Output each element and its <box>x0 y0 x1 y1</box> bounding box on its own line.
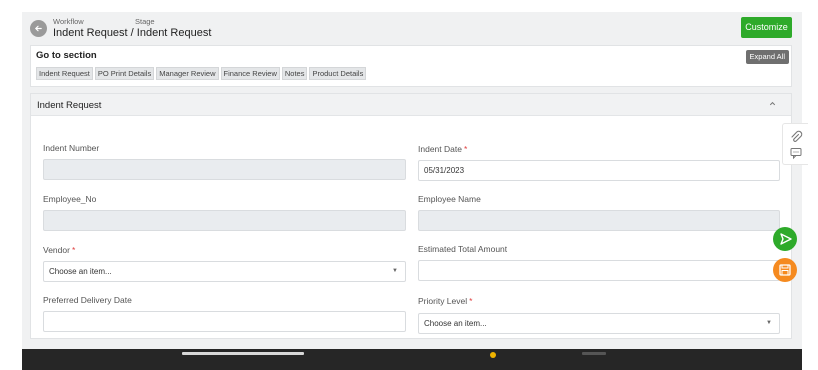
preferred-delivery-field[interactable] <box>43 311 406 332</box>
indent-request-panel: Indent Request Indent Number Indent Date… <box>30 93 792 339</box>
send-button[interactable] <box>773 227 797 251</box>
taskbar-indicator <box>490 352 496 358</box>
side-tools <box>782 123 808 165</box>
indent-number-label: Indent Number <box>43 143 100 153</box>
comment-icon[interactable] <box>789 146 803 160</box>
employee-name-label: Employee Name <box>418 194 481 204</box>
customize-button[interactable]: Customize <box>741 17 792 38</box>
indent-date-label: Indent Date * <box>418 144 468 154</box>
paperclip-icon[interactable] <box>789 130 803 144</box>
priority-level-select[interactable]: Choose an item... ▼ <box>418 313 780 334</box>
panel-title: Indent Request <box>37 100 102 111</box>
required-marker: * <box>469 296 473 306</box>
go-to-section-title: Go to section <box>36 50 97 61</box>
preferred-delivery-label: Preferred Delivery Date <box>43 295 132 305</box>
section-chip-indent-request[interactable]: Indent Request <box>36 67 93 80</box>
save-button[interactable] <box>773 258 797 282</box>
indent-number-field <box>43 159 406 180</box>
estimated-total-field[interactable] <box>418 260 780 281</box>
page-title: Indent Request / Indent Request <box>53 27 212 39</box>
vendor-label: Vendor * <box>43 245 76 255</box>
app-window: Workflow Stage Indent Request / Indent R… <box>22 12 802 356</box>
save-icon <box>779 264 791 276</box>
taskbar <box>22 349 802 370</box>
required-marker: * <box>71 245 76 255</box>
estimated-total-label: Estimated Total Amount <box>418 244 508 254</box>
page-header: Workflow Stage Indent Request / Indent R… <box>22 12 802 44</box>
employee-name-field <box>418 210 780 231</box>
employee-no-label: Employee_No <box>43 194 97 204</box>
taskbar-item[interactable] <box>182 352 304 355</box>
go-to-section-bar: Go to section Expand All Indent Request … <box>30 45 792 87</box>
section-chip-finance-review[interactable]: Finance Review <box>220 67 280 80</box>
panel-header[interactable]: Indent Request <box>31 94 791 116</box>
breadcrumb-stage-label: Stage <box>135 17 155 26</box>
employee-no-field <box>43 210 406 231</box>
section-chip-product-details[interactable]: Product Details <box>309 67 367 80</box>
required-marker: * <box>463 144 468 154</box>
section-chip-notes[interactable]: Notes <box>281 67 308 80</box>
priority-level-label: Priority Level * <box>418 296 473 306</box>
arrow-left-icon <box>34 25 42 32</box>
section-chips: Indent Request PO Print Details Manager … <box>36 67 367 80</box>
caret-down-icon: ▼ <box>766 320 772 326</box>
back-button[interactable] <box>30 20 47 37</box>
expand-all-button[interactable]: Expand All <box>745 50 789 64</box>
section-chip-po-print-details[interactable]: PO Print Details <box>94 67 155 80</box>
caret-down-icon: ▼ <box>392 268 398 274</box>
vendor-select[interactable]: Choose an item... ▼ <box>43 261 406 282</box>
taskbar-item[interactable] <box>582 352 606 355</box>
indent-date-field[interactable]: 05/31/2023 <box>418 160 780 181</box>
section-chip-manager-review[interactable]: Manager Review <box>156 67 219 80</box>
send-icon <box>780 233 792 245</box>
breadcrumb-workflow-label: Workflow <box>53 17 84 26</box>
chevron-up-icon[interactable] <box>768 99 777 108</box>
